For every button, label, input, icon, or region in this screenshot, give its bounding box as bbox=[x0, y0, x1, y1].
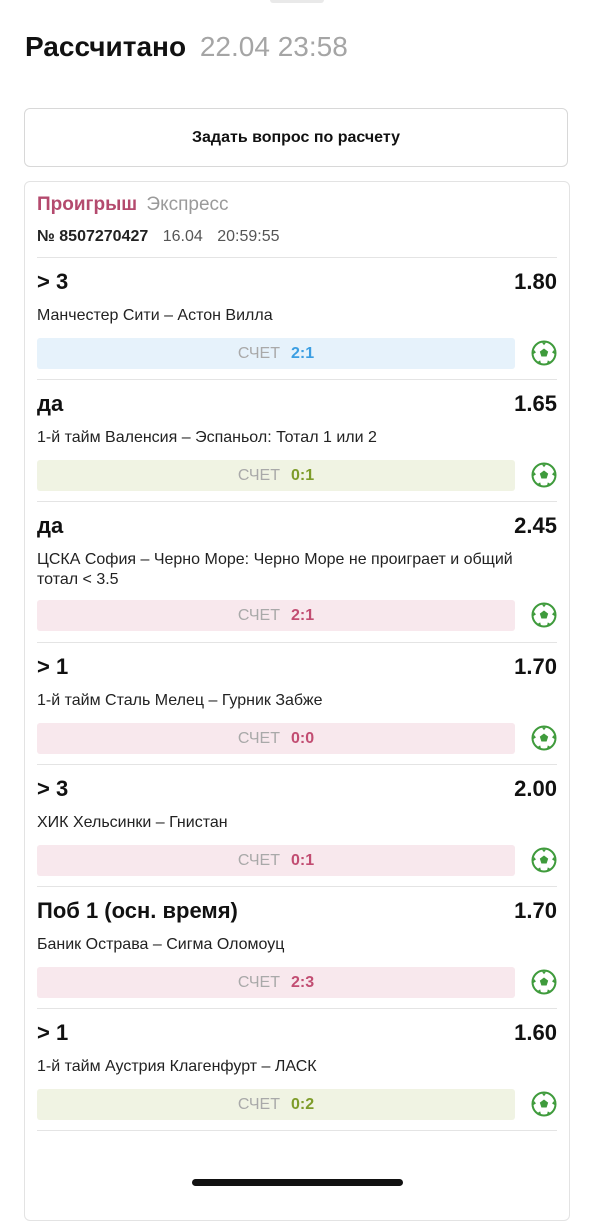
event-odds: 1.65 bbox=[514, 391, 557, 416]
bet-card-header: Проигрыш Экспресс № 8507270427 16.04 20:… bbox=[37, 194, 557, 247]
bet-date: 16.04 bbox=[162, 228, 203, 245]
score-label: СЧЕТ bbox=[237, 606, 280, 624]
page-header: Рассчитано 22.04 23:58 bbox=[25, 30, 348, 64]
score-bar: СЧЕТ 0:0 bbox=[37, 723, 515, 754]
score-label: СЧЕТ bbox=[237, 851, 280, 869]
event-pick: > 3 bbox=[37, 776, 69, 801]
settlement-status: Рассчитано bbox=[25, 31, 187, 62]
event-pick: > 3 bbox=[37, 269, 69, 294]
bet-time: 20:59:55 bbox=[217, 228, 280, 245]
score-value: 2:1 bbox=[291, 606, 315, 624]
event-pick: > 1 bbox=[37, 1020, 69, 1045]
score-label: СЧЕТ bbox=[237, 1095, 280, 1113]
event-item[interactable]: Поб 1 (осн. время) 1.70 Баник Острава – … bbox=[37, 886, 557, 1008]
home-indicator bbox=[192, 1179, 403, 1186]
score-bar: СЧЕТ 2:3 bbox=[37, 967, 515, 998]
score-value: 0:0 bbox=[291, 729, 315, 747]
event-item[interactable]: да 2.45 ЦСКА София – Черно Море: Черно М… bbox=[37, 501, 557, 642]
score-value: 2:3 bbox=[291, 973, 315, 991]
soccer-ball-icon bbox=[531, 602, 557, 628]
score-label: СЧЕТ bbox=[237, 466, 280, 484]
score-value: 0:1 bbox=[291, 466, 315, 484]
event-name: ЦСКА София – Черно Море: Черно Море не п… bbox=[37, 551, 513, 588]
score-value: 2:1 bbox=[291, 344, 315, 362]
soccer-ball-icon bbox=[531, 1091, 557, 1117]
score-bar: СЧЕТ 0:2 bbox=[37, 1089, 515, 1120]
bet-card: Проигрыш Экспресс № 8507270427 16.04 20:… bbox=[24, 181, 570, 1221]
event-pick: да bbox=[37, 391, 64, 416]
event-item[interactable]: > 3 2.00 ХИК Хельсинки – Гнистан СЧЕТ 0:… bbox=[37, 764, 557, 886]
event-odds: 1.60 bbox=[514, 1020, 557, 1045]
ask-question-button[interactable]: Задать вопрос по расчету bbox=[24, 108, 568, 167]
event-odds: 1.80 bbox=[514, 269, 557, 294]
event-odds: 2.00 bbox=[514, 776, 557, 801]
settlement-datetime: 22.04 23:58 bbox=[199, 31, 348, 62]
score-label: СЧЕТ bbox=[237, 729, 280, 747]
event-pick: Поб 1 (осн. время) bbox=[37, 898, 238, 923]
score-bar: СЧЕТ 0:1 bbox=[37, 845, 515, 876]
soccer-ball-icon bbox=[531, 340, 557, 366]
event-item[interactable]: да 1.65 1-й тайм Валенсия – Эспаньол: То… bbox=[37, 379, 557, 501]
bet-type: Экспресс bbox=[146, 194, 229, 215]
event-name: ХИК Хельсинки – Гнистан bbox=[37, 814, 228, 831]
event-item[interactable]: > 1 1.60 1-й тайм Аустрия Клагенфурт – Л… bbox=[37, 1008, 557, 1130]
event-name: Баник Острава – Сигма Оломоуц bbox=[37, 936, 285, 953]
event-odds: 2.45 bbox=[514, 513, 557, 538]
event-odds: 1.70 bbox=[514, 654, 557, 679]
score-bar: СЧЕТ 2:1 bbox=[37, 600, 515, 631]
event-odds: 1.70 bbox=[514, 898, 557, 923]
event-item[interactable]: > 1 1.70 1-й тайм Сталь Мелец – Гурник З… bbox=[37, 642, 557, 764]
event-name: 1-й тайм Сталь Мелец – Гурник Забже bbox=[37, 692, 323, 709]
soccer-ball-icon bbox=[531, 725, 557, 751]
score-value: 0:1 bbox=[291, 851, 315, 869]
score-label: СЧЕТ bbox=[237, 973, 280, 991]
top-drag-handle bbox=[270, 0, 324, 3]
soccer-ball-icon bbox=[531, 462, 557, 488]
score-bar: СЧЕТ 0:1 bbox=[37, 460, 515, 491]
bet-result: Проигрыш bbox=[37, 194, 138, 215]
bet-number: № 8507270427 bbox=[37, 228, 149, 245]
event-name: Манчестер Сити – Астон Вилла bbox=[37, 307, 273, 324]
event-pick: да bbox=[37, 513, 64, 538]
soccer-ball-icon bbox=[531, 847, 557, 873]
event-item[interactable]: > 3 1.80 Манчестер Сити – Астон Вилла СЧ… bbox=[37, 257, 557, 379]
event-pick: > 1 bbox=[37, 654, 69, 679]
event-name: 1-й тайм Аустрия Клагенфурт – ЛАСК bbox=[37, 1058, 317, 1075]
score-label: СЧЕТ bbox=[237, 344, 280, 362]
score-bar: СЧЕТ 2:1 bbox=[37, 338, 515, 369]
soccer-ball-icon bbox=[531, 969, 557, 995]
score-value: 0:2 bbox=[291, 1095, 315, 1113]
event-list: > 3 1.80 Манчестер Сити – Астон Вилла СЧ… bbox=[37, 257, 557, 1191]
event-name: 1-й тайм Валенсия – Эспаньол: Тотал 1 ил… bbox=[37, 429, 377, 446]
